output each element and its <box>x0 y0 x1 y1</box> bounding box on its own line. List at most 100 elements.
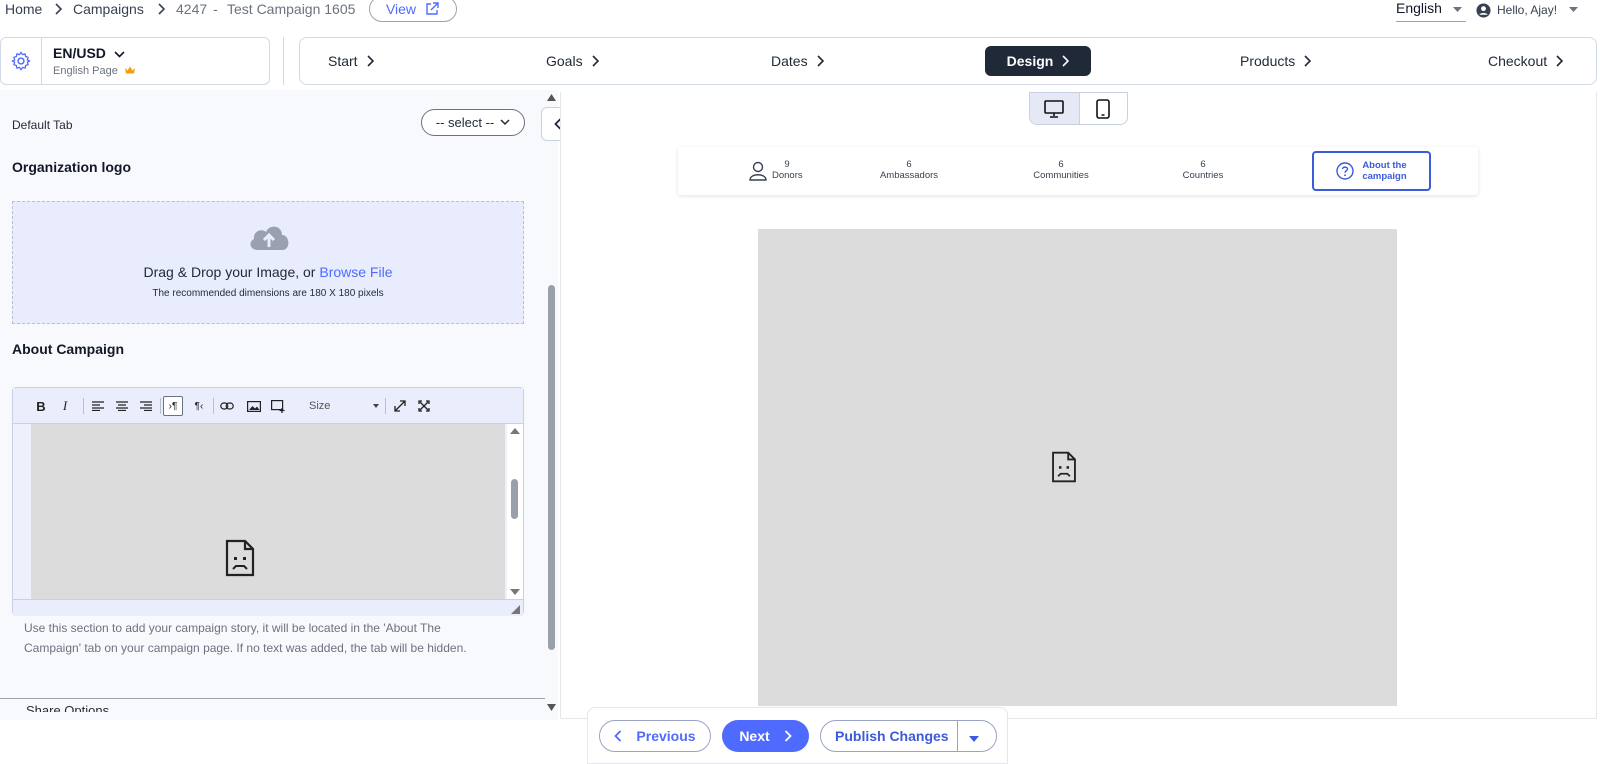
default-tab-select[interactable]: -- select -- <box>421 109 525 136</box>
user-menu[interactable]: Hello, Ajay! <box>1476 0 1579 20</box>
scroll-up-icon[interactable] <box>547 94 556 101</box>
align-center-icon <box>116 401 128 411</box>
broken-image-icon <box>1052 451 1076 483</box>
italic-button[interactable]: I <box>55 396 75 416</box>
step-checkout[interactable]: Checkout <box>1474 46 1577 76</box>
breadcrumb-campaigns[interactable]: Campaigns <box>73 0 144 18</box>
about-campaign-tab[interactable]: About the campaign <box>1312 151 1431 191</box>
font-size-label: Size <box>309 400 331 412</box>
stat-ambassadors[interactable]: 6 Ambassadors <box>874 159 944 181</box>
stat-communities[interactable]: 6 Communities <box>1026 159 1096 181</box>
step-label: Start <box>328 53 358 69</box>
question-circle-icon <box>1336 162 1355 180</box>
font-size-select[interactable]: Size <box>309 396 379 416</box>
desktop-view-button[interactable] <box>1030 93 1079 124</box>
resize-handle-icon[interactable] <box>511 605 520 614</box>
broken-image-icon <box>225 539 255 577</box>
step-label: Goals <box>546 53 583 69</box>
external-link-icon <box>426 2 439 15</box>
align-left-icon <box>92 401 104 411</box>
scroll-up-icon[interactable] <box>510 427 520 435</box>
previous-button[interactable]: Previous <box>599 720 711 752</box>
chevron-right-icon <box>784 730 792 742</box>
stat-value: 6 <box>1058 159 1064 170</box>
language-select[interactable]: English <box>1396 0 1466 22</box>
fullscreen-button[interactable] <box>414 396 434 416</box>
step-start[interactable]: Start <box>314 46 388 76</box>
next-button[interactable]: Next <box>722 720 809 752</box>
step-label: Checkout <box>1488 53 1548 69</box>
header-divider <box>283 37 284 85</box>
link-button[interactable] <box>217 396 237 416</box>
resize-icon <box>394 400 406 412</box>
mobile-icon <box>1096 98 1111 119</box>
device-toggle <box>1029 92 1128 125</box>
step-goals[interactable]: Goals <box>532 46 613 76</box>
align-left-button[interactable] <box>88 396 108 416</box>
step-label: Design <box>1006 53 1054 69</box>
share-options-section[interactable]: Share Options <box>10 703 109 712</box>
toolbar-divider <box>160 398 161 414</box>
scroll-down-icon[interactable] <box>547 704 556 711</box>
caret-down-icon <box>1453 7 1462 12</box>
rich-text-editor: B I ›¶ ¶‹ Size <box>12 387 524 616</box>
logo-dropzone[interactable]: Drag & Drop your Image, or Browse File T… <box>12 201 524 324</box>
editor-scroll-thumb[interactable] <box>511 479 518 519</box>
chevron-right-icon <box>1304 55 1312 67</box>
step-products[interactable]: Products <box>1226 46 1325 76</box>
chevron-right-icon <box>817 55 824 67</box>
locale-code: EN/USD <box>53 45 125 61</box>
embed-button[interactable] <box>268 396 288 416</box>
bold-button[interactable]: B <box>31 396 51 416</box>
dropzone-text: Drag & Drop your Image, or Browse File <box>13 264 523 280</box>
scroll-down-icon[interactable] <box>510 588 520 596</box>
publish-label: Publish Changes <box>835 728 949 744</box>
select-placeholder: -- select -- <box>435 115 495 130</box>
chevron-left-icon <box>614 730 622 742</box>
share-options-label: Share Options <box>26 703 110 712</box>
rtl-direction-button[interactable]: ¶‹ <box>189 396 209 416</box>
chevron-right-icon <box>1062 55 1070 67</box>
publish-options-toggle[interactable] <box>969 729 979 745</box>
crown-icon <box>124 66 135 74</box>
panel-scroll-thumb[interactable] <box>548 285 555 650</box>
stat-label: Communities <box>1033 170 1089 181</box>
panel-scrollbar[interactable] <box>545 90 558 720</box>
align-center-button[interactable] <box>112 396 132 416</box>
stat-countries[interactable]: 6 Countries <box>1168 159 1238 181</box>
settings-button[interactable] <box>1 38 42 84</box>
browse-file-link[interactable]: Browse File <box>319 264 392 280</box>
stat-donors[interactable]: 9 Donors <box>772 159 803 181</box>
locale-page-text: English Page <box>53 65 118 77</box>
stat-label: Ambassadors <box>879 170 939 181</box>
image-button[interactable] <box>244 396 264 416</box>
editor-scrollbar[interactable] <box>507 424 523 599</box>
editor-content-area[interactable] <box>31 424 505 599</box>
ltr-direction-button[interactable]: ›¶ <box>163 396 183 416</box>
wizard-stepper: Start Goals Dates Design Products Checko… <box>299 37 1597 85</box>
view-button[interactable]: View <box>369 0 457 22</box>
mobile-view-button[interactable] <box>1078 93 1128 124</box>
breadcrumb-home[interactable]: Home <box>5 0 42 18</box>
step-design[interactable]: Design <box>985 46 1091 76</box>
maximize-button[interactable] <box>390 396 410 416</box>
chevron-right-icon <box>1556 55 1564 67</box>
stat-label: Countries <box>1182 170 1224 181</box>
locale-page-label: English Page <box>53 65 135 77</box>
stat-value: 6 <box>906 159 912 170</box>
section-divider <box>0 698 545 699</box>
publish-split-divider <box>957 721 958 751</box>
align-right-button[interactable] <box>136 396 156 416</box>
chevron-right-icon <box>367 55 374 67</box>
step-dates[interactable]: Dates <box>757 46 838 76</box>
campaign-stats-bar: 9 Donors 6 Ambassadors 6 Communities 6 C… <box>678 147 1478 195</box>
about-campaign-heading: About Campaign <box>12 341 124 357</box>
publish-changes-button[interactable]: Publish Changes <box>820 720 997 752</box>
locale-selector[interactable]: EN/USD English Page <box>0 37 270 85</box>
chevron-right-icon <box>592 55 599 67</box>
fullscreen-icon <box>418 400 430 412</box>
chevron-down-icon <box>114 51 125 58</box>
language-value: English <box>1396 0 1442 16</box>
cloud-upload-icon <box>250 226 289 250</box>
top-bar: Home Campaigns 4247 - Test Campaign 1605… <box>0 0 1600 26</box>
